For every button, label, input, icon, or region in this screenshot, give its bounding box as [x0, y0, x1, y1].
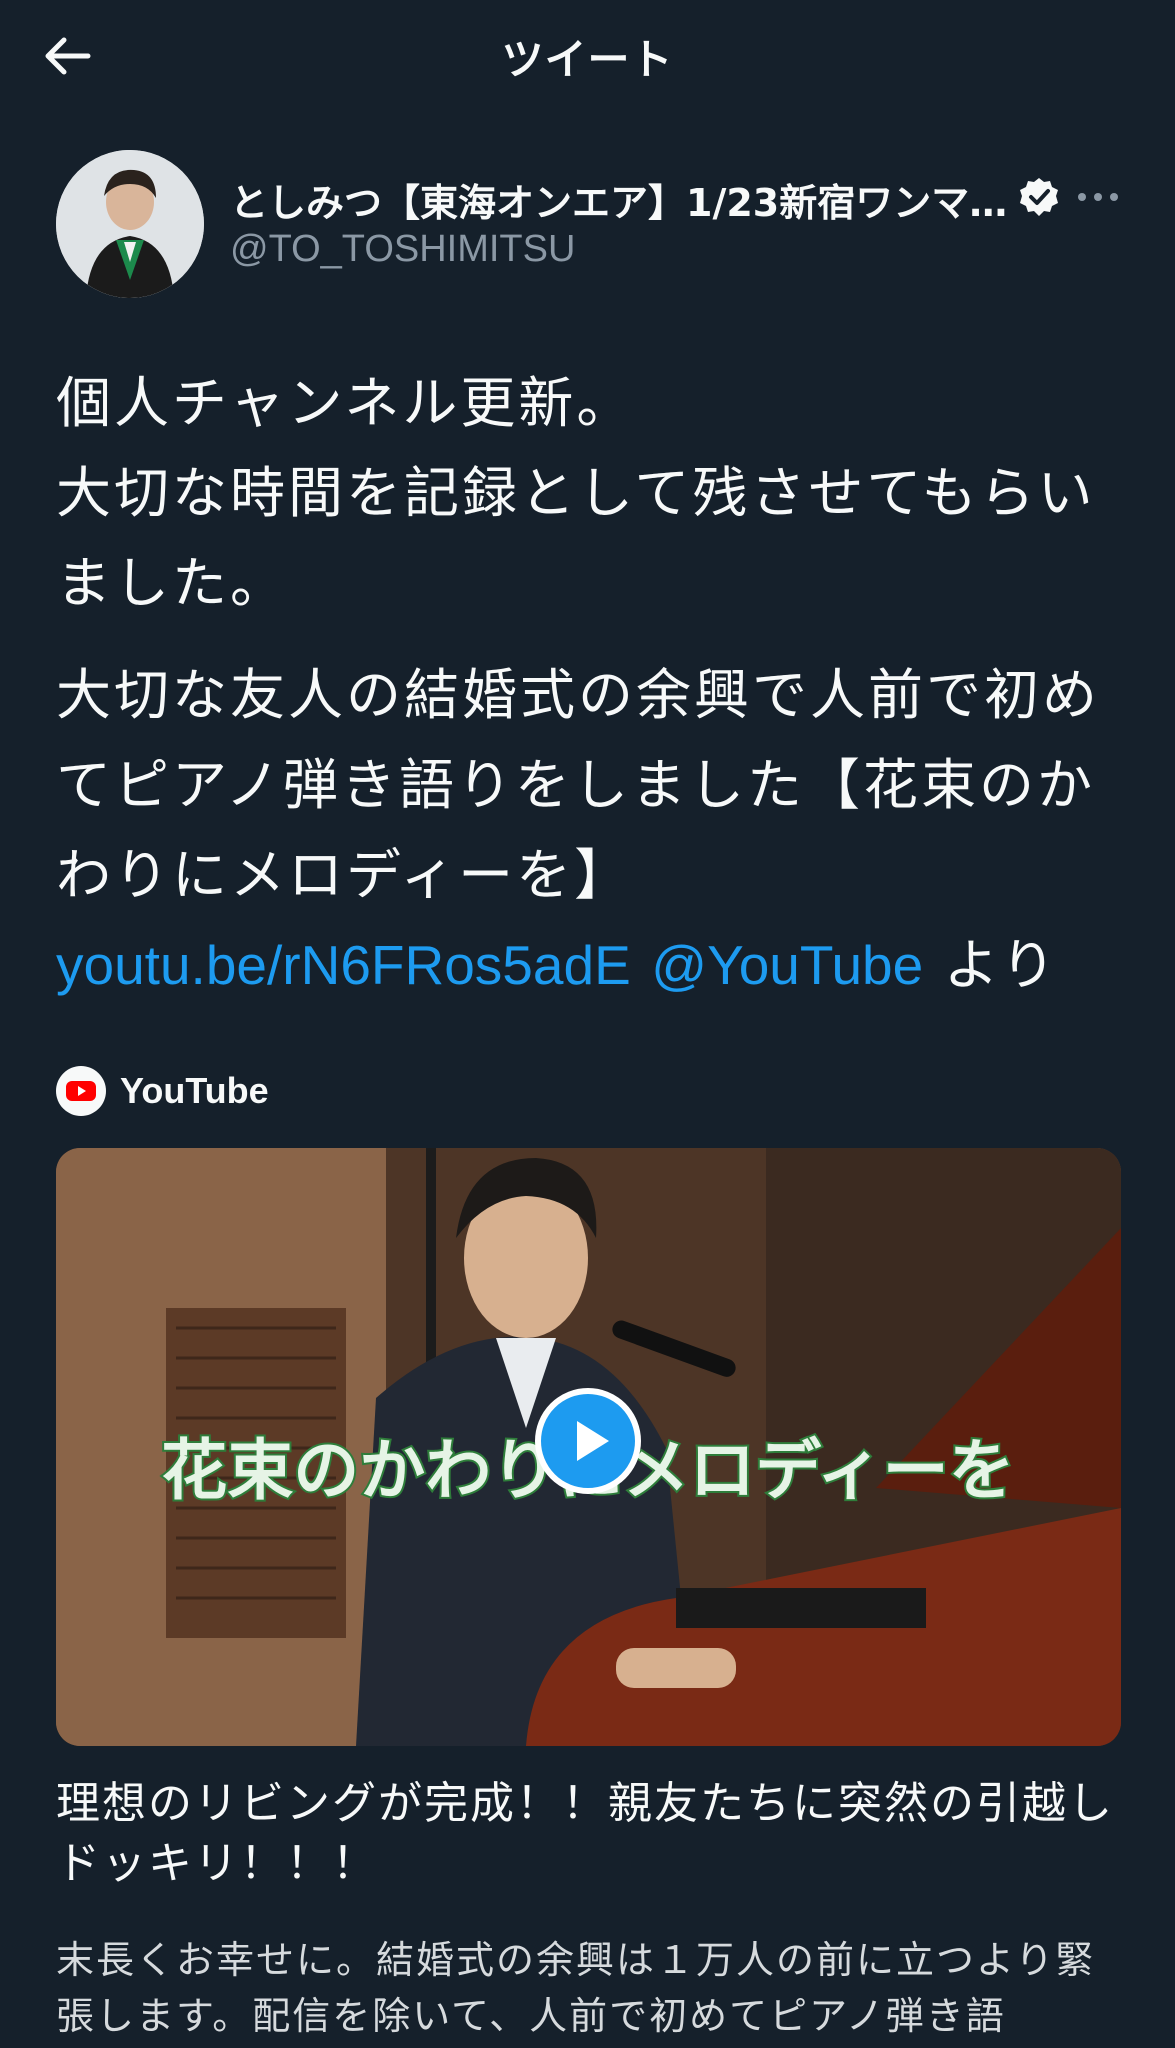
- card-source-label: YouTube: [120, 1070, 269, 1111]
- author-display-name[interactable]: としみつ【東海オンエア】1/23新宿ワンマンライブ: [230, 172, 1020, 227]
- tweet-line-1: 個人チャンネル更新。: [56, 371, 635, 435]
- play-icon[interactable]: [535, 1388, 641, 1494]
- more-options-icon[interactable]: [1076, 182, 1120, 212]
- tweet-suffix: より: [923, 933, 1059, 997]
- verified-badge-icon: [1018, 176, 1060, 218]
- author-handle[interactable]: @TO_TOSHIMITSU: [230, 228, 575, 271]
- card-source: YouTube: [56, 1066, 269, 1116]
- tweet-text: 個人チャンネル更新。 大切な時間を記録として残させてもらいました。 大切な友人の…: [56, 358, 1126, 1010]
- tweet-detail-screen: ツイート としみつ【東海オンエア】1/23新宿ワンマンライブ @TO_TOSHI…: [0, 0, 1175, 2048]
- avatar[interactable]: [56, 150, 204, 298]
- card-description: 末長くお幸せに。結婚式の余興は１万人の前に立つより緊張します。配信を除いて、人前…: [56, 1938, 1096, 2038]
- tweet-paragraph-2: 大切な友人の結婚式の余興で人前で初めてピアノ弾き語りをしました【花束のかわりにメ…: [56, 663, 1101, 907]
- youtube-mention-link[interactable]: @YouTube: [651, 934, 923, 996]
- tweet-line-2: 大切な時間を記録として残させてもらいました。: [56, 461, 1096, 615]
- card-title[interactable]: 理想のリビングが完成！！親友たちに突然の引越しドッキリ！！！: [56, 1774, 1116, 1894]
- page-title: ツイート: [501, 35, 674, 84]
- video-link[interactable]: youtu.be/rN6FRos5adE: [56, 934, 631, 996]
- youtube-icon: [56, 1066, 106, 1116]
- top-navigation-bar: ツイート: [0, 0, 1175, 110]
